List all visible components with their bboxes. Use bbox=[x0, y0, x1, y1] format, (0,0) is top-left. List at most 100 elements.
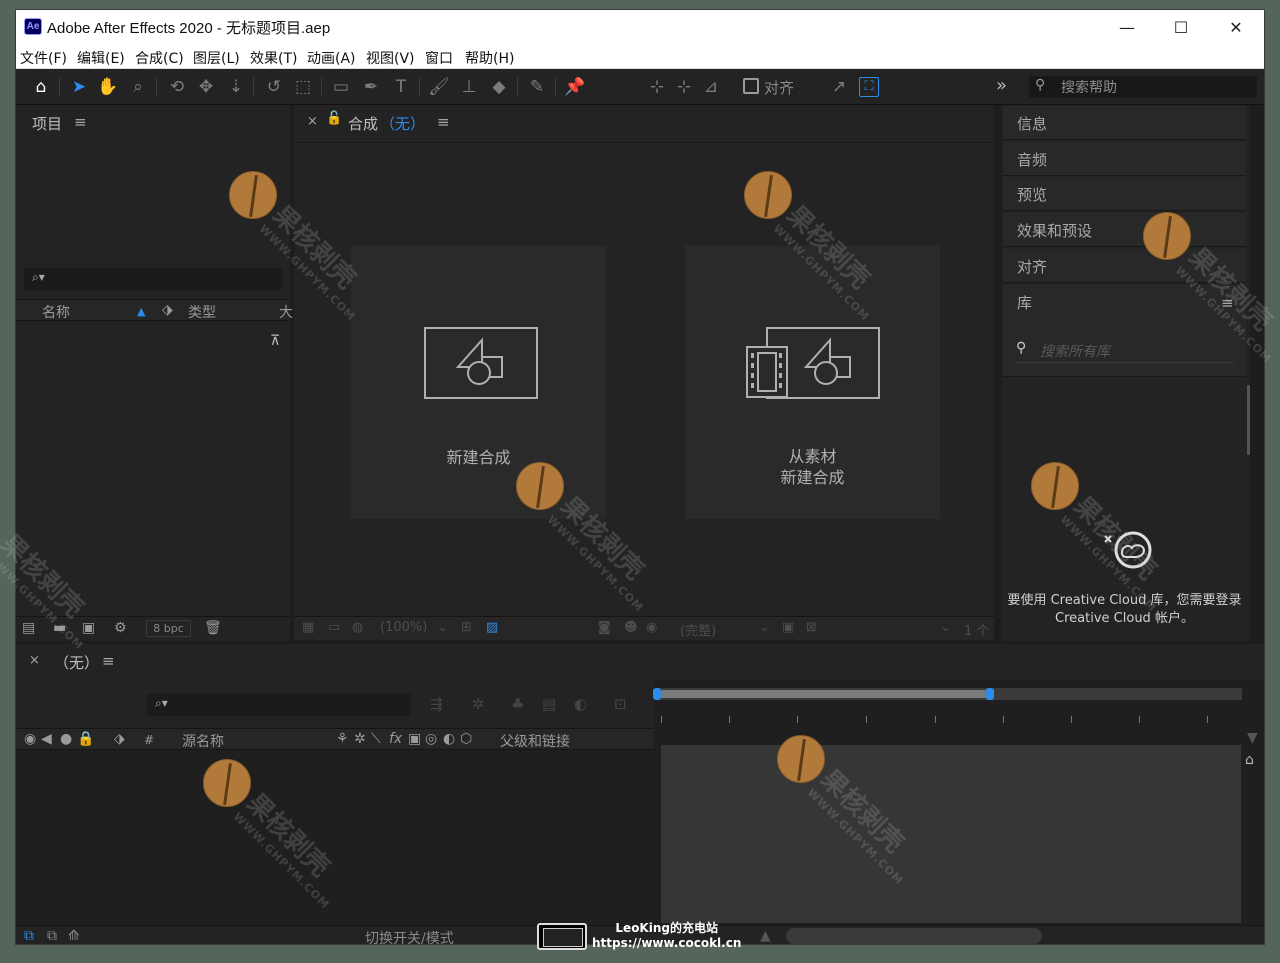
new-composition-icon[interactable]: ▣ bbox=[82, 620, 95, 636]
sort-ascending-icon[interactable]: ▲ bbox=[137, 305, 145, 318]
frame-blend-switch-icon[interactable]: ▣ bbox=[408, 731, 421, 747]
column-source-name[interactable]: 源名称 bbox=[182, 731, 224, 751]
dolly-camera-icon[interactable]: ⇣ bbox=[223, 74, 249, 100]
hand-tool-icon[interactable]: ✋ bbox=[95, 74, 121, 100]
new-composition-card[interactable]: 新建合成 bbox=[351, 246, 606, 519]
title-safe-icon[interactable]: ⊞ bbox=[461, 620, 472, 635]
region-of-interest-icon[interactable]: ▣ bbox=[782, 620, 794, 635]
type-tool-icon[interactable]: T bbox=[388, 74, 414, 100]
world-axis-icon[interactable]: ⊹ bbox=[671, 74, 697, 100]
maximize-button[interactable]: ☐ bbox=[1153, 10, 1209, 45]
chevron-down-icon[interactable]: ⌄ bbox=[437, 620, 448, 635]
pen-tool-icon[interactable]: ✒ bbox=[358, 74, 384, 100]
snap-icon[interactable]: ↗ bbox=[826, 74, 852, 100]
transfer-controls-icon[interactable]: ⧉ bbox=[47, 928, 57, 944]
lock-icon[interactable]: 🔒 bbox=[77, 731, 94, 747]
bit-depth-button[interactable]: 8 bpc bbox=[146, 620, 191, 637]
audio-icon[interactable]: ◀ bbox=[41, 731, 52, 747]
effects-presets-panel-tab[interactable]: 效果和预设 bbox=[1003, 213, 1246, 247]
shy-layers-icon[interactable]: ♣ bbox=[511, 695, 524, 713]
selection-tool-icon[interactable]: ➤ bbox=[66, 74, 92, 100]
project-settings-icon[interactable]: ⚙ bbox=[114, 620, 127, 636]
project-search-input[interactable]: ⌕▾ bbox=[24, 268, 282, 290]
in-out-panes-icon[interactable]: ⟰ bbox=[68, 928, 80, 944]
work-area-end-handle[interactable] bbox=[986, 688, 994, 700]
quality-switch-icon[interactable]: ⟍ bbox=[371, 731, 381, 747]
draft-3d-icon[interactable]: ✲ bbox=[472, 695, 485, 713]
home-icon[interactable]: ⌂ bbox=[28, 74, 54, 100]
time-ruler[interactable] bbox=[656, 704, 1242, 724]
scrollbar[interactable] bbox=[1247, 385, 1250, 455]
close-tab-icon[interactable]: × bbox=[29, 653, 40, 668]
toggle-switches-modes-button[interactable]: 切换开关/模式 bbox=[365, 928, 454, 944]
flowchart-icon[interactable]: ⊼ bbox=[270, 333, 280, 349]
minimize-button[interactable]: — bbox=[1099, 10, 1155, 45]
rotation-tool-icon[interactable]: ↺ bbox=[261, 74, 287, 100]
new-comp-from-footage-card[interactable]: 从素材 新建合成 bbox=[685, 246, 940, 519]
chevron-down-icon[interactable]: ⌄ bbox=[940, 620, 951, 635]
align-panel-tab[interactable]: 对齐 bbox=[1003, 249, 1246, 283]
menu-layer[interactable]: 图层(L) bbox=[193, 48, 240, 68]
menu-window[interactable]: 窗口 bbox=[425, 48, 453, 68]
more-workspaces-icon[interactable]: » bbox=[996, 75, 1007, 96]
menu-effect[interactable]: 效果(T) bbox=[250, 48, 297, 68]
panel-menu-icon[interactable]: ≡ bbox=[1221, 294, 1234, 312]
column-number[interactable]: # bbox=[144, 733, 154, 747]
column-parent-link[interactable]: 父级和链接 bbox=[500, 731, 570, 751]
help-search-input[interactable]: ⚲ 搜索帮助 bbox=[1029, 76, 1257, 98]
timeline-search-input[interactable]: ⌕▾ bbox=[147, 694, 411, 716]
roto-brush-tool-icon[interactable]: ✎ bbox=[524, 74, 550, 100]
toggle-transparency-icon[interactable]: ⊠ bbox=[806, 620, 817, 635]
menu-file[interactable]: 文件(F) bbox=[20, 48, 67, 68]
local-axis-icon[interactable]: ⊹ bbox=[644, 74, 670, 100]
new-folder-icon[interactable]: ▬ bbox=[53, 620, 66, 636]
library-search-input[interactable]: ⚲ 搜索所有库 bbox=[1016, 337, 1234, 363]
interpret-footage-icon[interactable]: ▤ bbox=[22, 620, 35, 636]
show-snapshot-icon[interactable]: ☻ bbox=[624, 620, 638, 635]
comp-mini-flowchart-icon[interactable]: ⇶ bbox=[430, 695, 443, 713]
menu-composition[interactable]: 合成(C) bbox=[135, 48, 184, 68]
comp-button-icon[interactable]: ⌂ bbox=[1245, 752, 1254, 768]
label-tag-icon[interactable]: ⬗ bbox=[162, 302, 173, 318]
motion-blur-switch-icon[interactable]: ◎ bbox=[425, 731, 437, 747]
lock-icon[interactable]: 🔓 bbox=[326, 111, 342, 126]
column-name[interactable]: 名称 bbox=[42, 302, 70, 322]
work-area-bar[interactable] bbox=[653, 688, 1242, 700]
audio-panel-tab[interactable]: 音频 bbox=[1003, 142, 1246, 176]
display-icon[interactable]: ▭ bbox=[328, 620, 340, 635]
composition-tab-title[interactable]: 合成 bbox=[348, 113, 378, 134]
timeline-tab-title[interactable]: （无） bbox=[54, 652, 99, 673]
color-channel-icon[interactable]: ◉ bbox=[646, 620, 657, 635]
column-type[interactable]: 类型 bbox=[188, 302, 216, 322]
work-area-start-handle[interactable] bbox=[653, 688, 661, 700]
delete-icon[interactable]: 🗑 bbox=[204, 620, 222, 636]
clone-stamp-tool-icon[interactable]: ⊥ bbox=[456, 74, 482, 100]
brush-tool-icon[interactable]: 🖌 bbox=[426, 74, 452, 100]
panel-menu-icon[interactable]: ≡ bbox=[437, 113, 450, 131]
rectangle-tool-icon[interactable]: ▭ bbox=[328, 74, 354, 100]
preview-panel-tab[interactable]: 预览 bbox=[1003, 177, 1246, 211]
shy-switch-icon[interactable]: ⚘ bbox=[336, 731, 349, 747]
graph-editor-icon[interactable]: ⊡ bbox=[614, 695, 627, 713]
3d-layer-icon[interactable]: ⬡ bbox=[460, 731, 472, 747]
comp-marker-bin-icon[interactable]: ▼ bbox=[1247, 730, 1258, 746]
panel-menu-icon[interactable]: ≡ bbox=[102, 652, 115, 670]
label-tag-icon[interactable]: ⬗ bbox=[114, 731, 125, 747]
eraser-tool-icon[interactable]: ◆ bbox=[486, 74, 512, 100]
column-size[interactable]: 大 bbox=[279, 302, 293, 322]
orbit-camera-icon[interactable]: ⟲ bbox=[164, 74, 190, 100]
frame-blending-icon[interactable]: ▤ bbox=[542, 695, 556, 713]
menu-view[interactable]: 视图(V) bbox=[366, 48, 415, 68]
vr-icon[interactable]: ◍ bbox=[352, 620, 363, 635]
transparency-grid-icon[interactable]: ▨ bbox=[486, 620, 498, 635]
zoom-in-icon[interactable]: ▲ bbox=[760, 928, 771, 944]
project-panel-title[interactable]: 项目 bbox=[32, 113, 62, 134]
libraries-panel-tab[interactable]: 库 ≡ bbox=[1003, 285, 1246, 377]
snapshot-icon[interactable]: ◙ bbox=[598, 620, 611, 635]
motion-blur-icon[interactable]: ◐ bbox=[574, 695, 587, 713]
timeline-zoom-slider[interactable] bbox=[786, 928, 1042, 944]
close-button[interactable]: ✕ bbox=[1208, 10, 1264, 45]
video-visibility-icon[interactable]: ◉ bbox=[24, 731, 36, 747]
menu-animation[interactable]: 动画(A) bbox=[307, 48, 356, 68]
panel-menu-icon[interactable]: ≡ bbox=[74, 113, 87, 131]
